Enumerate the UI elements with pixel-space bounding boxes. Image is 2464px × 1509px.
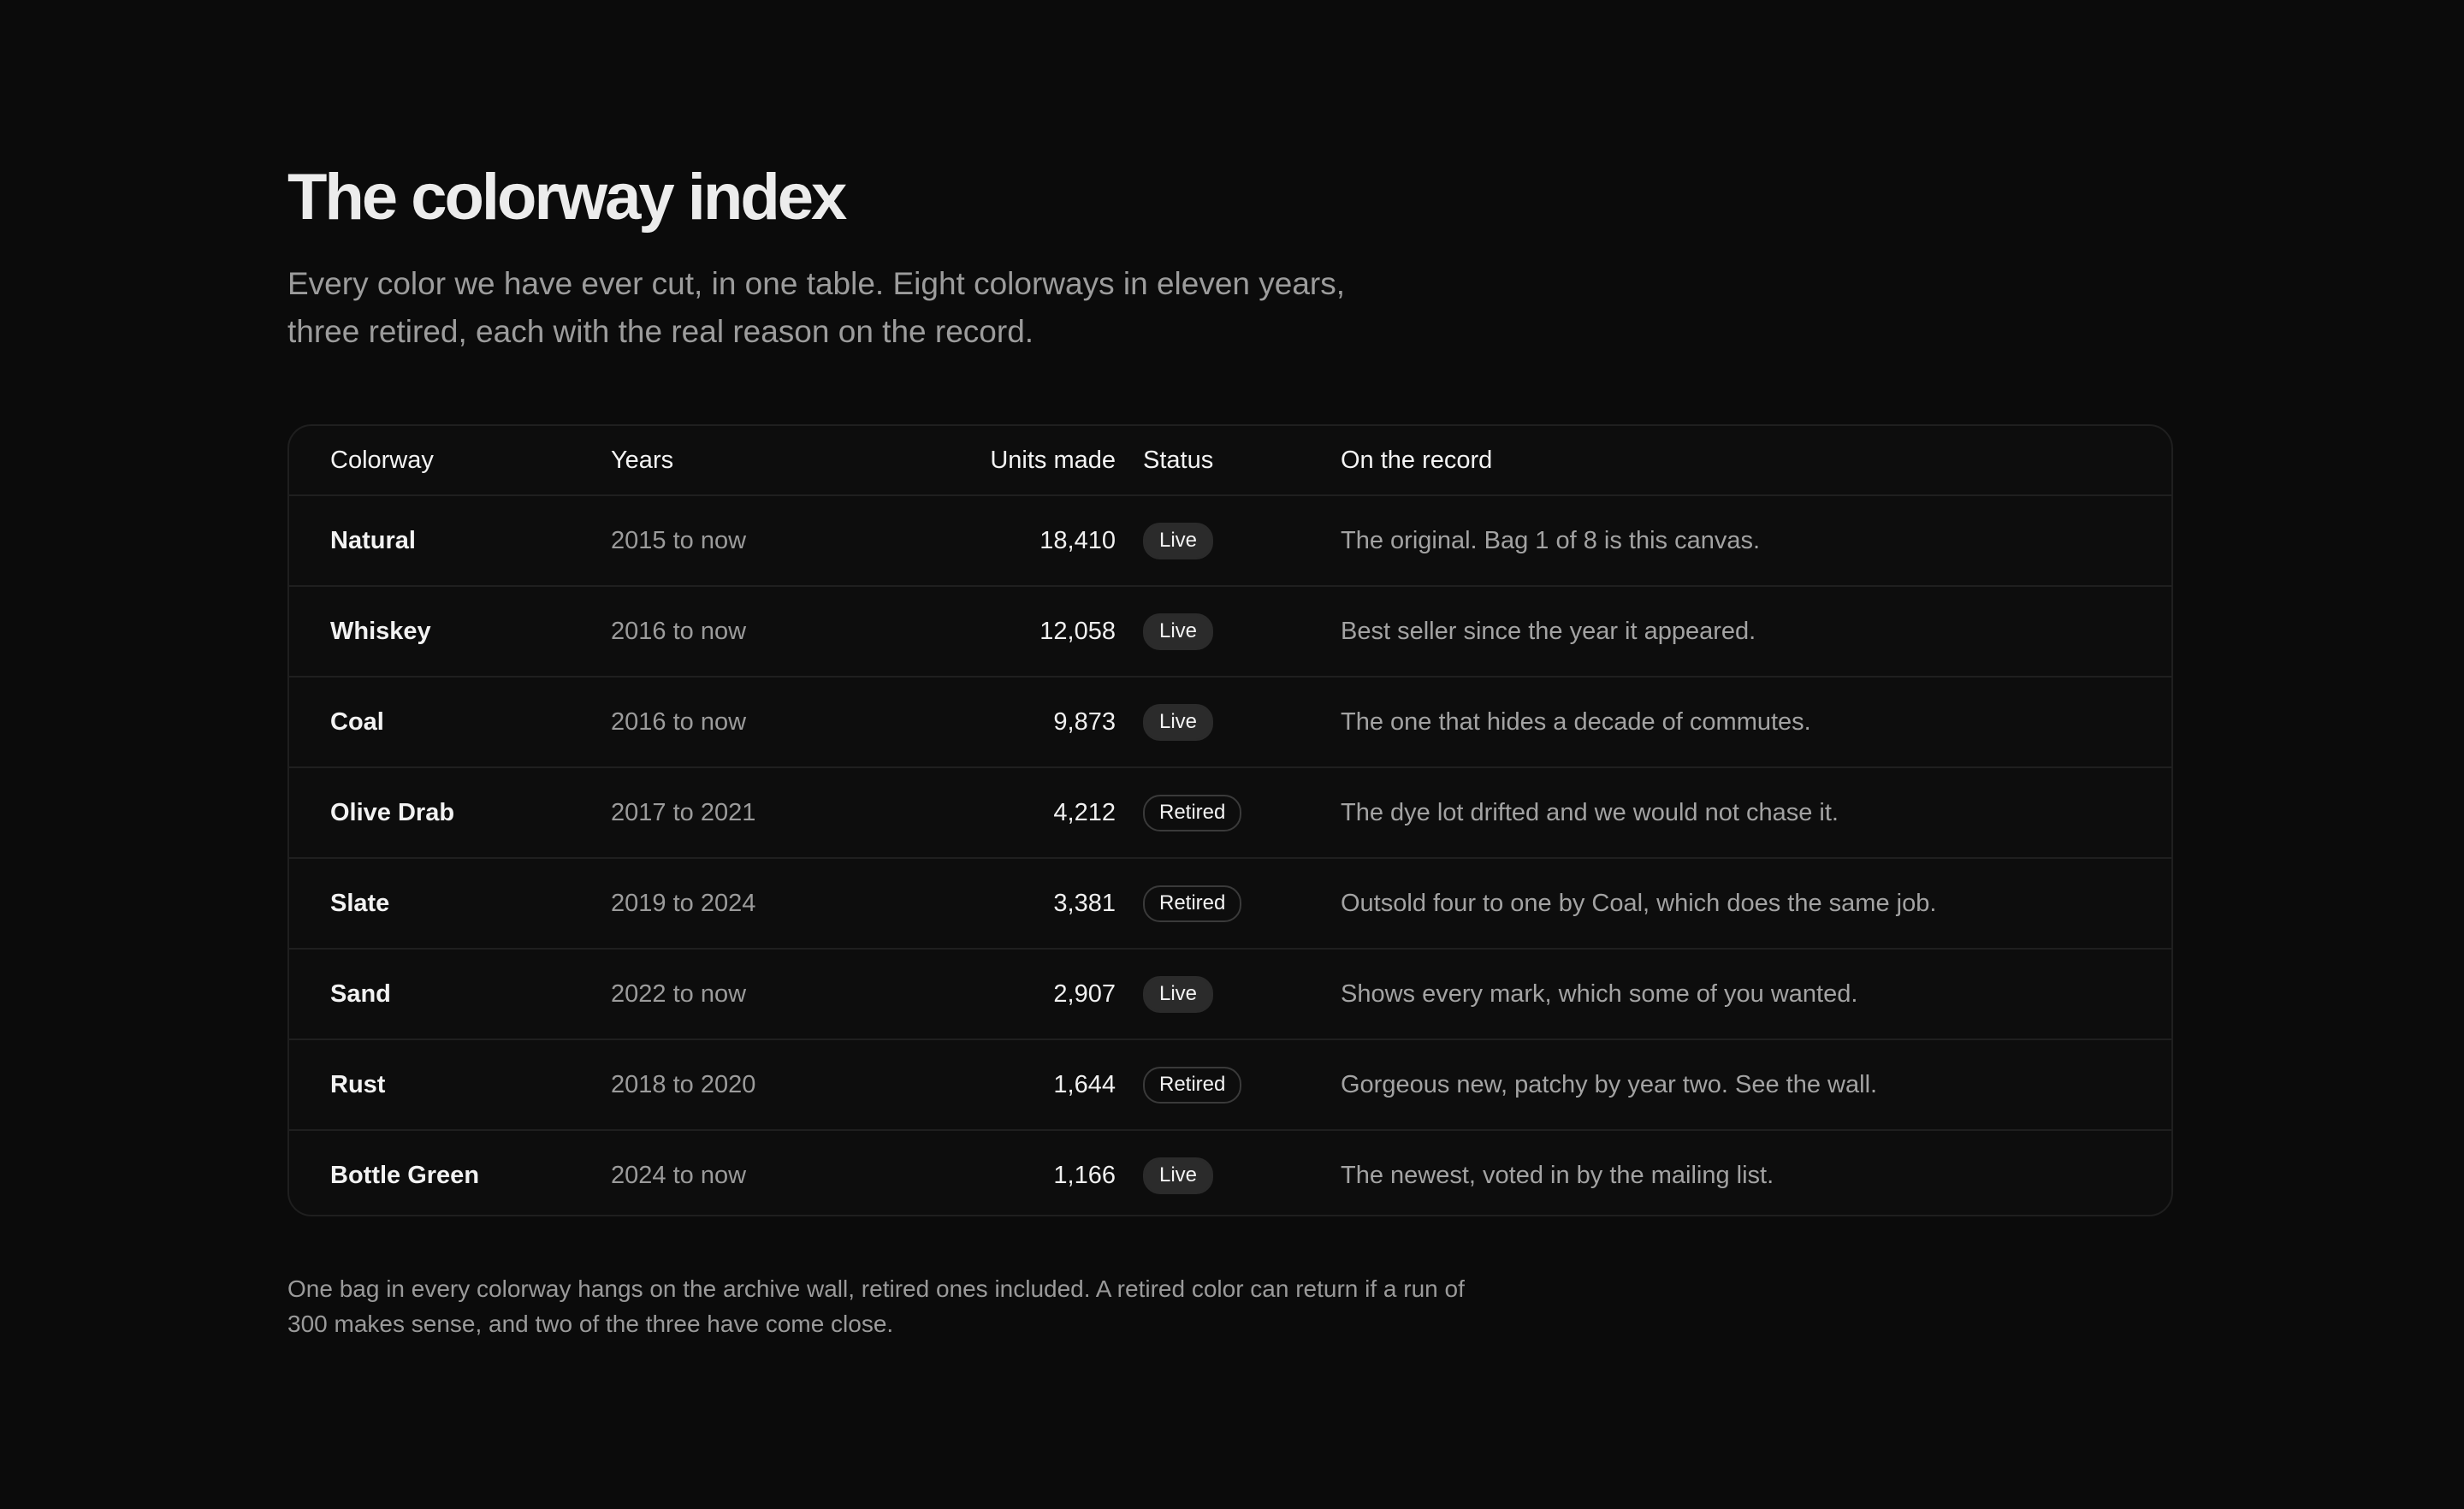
units-made: 9,873 bbox=[1053, 707, 1116, 736]
table-row: Coal 2016 to now 9,873 Live The one that… bbox=[289, 676, 2171, 766]
units-made: 18,410 bbox=[1040, 526, 1116, 554]
page-title: The colorway index bbox=[287, 161, 847, 234]
status-badge: Retired bbox=[1143, 885, 1242, 922]
status-badge: Live bbox=[1143, 522, 1214, 559]
table-row: Whiskey 2016 to now 12,058 Live Best sel… bbox=[289, 585, 2171, 676]
status-cell: Live bbox=[1143, 496, 1214, 585]
table-row: Olive Drab 2017 to 2021 4,212 Retired Th… bbox=[289, 766, 2171, 857]
status-badge: Live bbox=[1143, 612, 1214, 650]
status-cell: Retired bbox=[1143, 859, 1242, 948]
status-cell: Live bbox=[1143, 678, 1214, 766]
table-body: Natural 2015 to now 18,410 Live The orig… bbox=[289, 494, 2171, 1215]
status-cell: Retired bbox=[1143, 1040, 1242, 1129]
units-made: 4,212 bbox=[1053, 798, 1116, 826]
column-header-record: On the record bbox=[1341, 446, 1493, 474]
table-row: Sand 2022 to now 2,907 Live Shows every … bbox=[289, 948, 2171, 1039]
table-header-row: Colorway Years Units made Status On the … bbox=[289, 426, 2171, 494]
column-header-units: Units made bbox=[990, 446, 1116, 474]
intro-paragraph: Every color we have ever cut, in one tab… bbox=[287, 266, 1346, 349]
footnote: One bag in every colorway hangs on the a… bbox=[287, 1275, 1465, 1337]
units-made: 2,907 bbox=[1053, 979, 1116, 1008]
status-cell: Retired bbox=[1143, 768, 1242, 857]
record-note: Gorgeous new, patchy by year two. See th… bbox=[1341, 1070, 1878, 1098]
status-badge: Live bbox=[1143, 1157, 1214, 1194]
record-note: The one that hides a decade of commutes. bbox=[1341, 707, 1811, 736]
colorway-table: Colorway Years Units made Status On the … bbox=[287, 424, 2173, 1216]
status-cell: Live bbox=[1143, 950, 1214, 1039]
record-note: Best seller since the year it appeared. bbox=[1341, 617, 1756, 645]
record-note: The dye lot drifted and we would not cha… bbox=[1341, 798, 1839, 826]
status-badge: Live bbox=[1143, 703, 1214, 741]
table-row: Rust 2018 to 2020 1,644 Retired Gorgeous… bbox=[289, 1039, 2171, 1129]
units-made: 3,381 bbox=[1053, 889, 1116, 917]
status-cell: Live bbox=[1143, 587, 1214, 676]
status-badge: Live bbox=[1143, 975, 1214, 1013]
table-row: Bottle Green 2024 to now 1,166 Live The … bbox=[289, 1129, 2171, 1215]
record-note: The original. Bag 1 of 8 is this canvas. bbox=[1341, 526, 1761, 554]
units-made: 12,058 bbox=[1040, 617, 1116, 645]
status-badge: Retired bbox=[1143, 1066, 1242, 1104]
units-made: 1,166 bbox=[1053, 1161, 1116, 1189]
table-row: Natural 2015 to now 18,410 Live The orig… bbox=[289, 494, 2171, 585]
record-note: Outsold four to one by Coal, which does … bbox=[1341, 889, 1937, 917]
units-made: 1,644 bbox=[1053, 1070, 1116, 1098]
record-note: The newest, voted in by the mailing list… bbox=[1341, 1161, 1774, 1189]
record-note: Shows every mark, which some of you want… bbox=[1341, 979, 1858, 1008]
table-row: Slate 2019 to 2024 3,381 Retired Outsold… bbox=[289, 857, 2171, 948]
column-header-status: Status bbox=[1143, 446, 1214, 474]
status-badge: Retired bbox=[1143, 794, 1242, 831]
status-cell: Live bbox=[1143, 1131, 1214, 1215]
